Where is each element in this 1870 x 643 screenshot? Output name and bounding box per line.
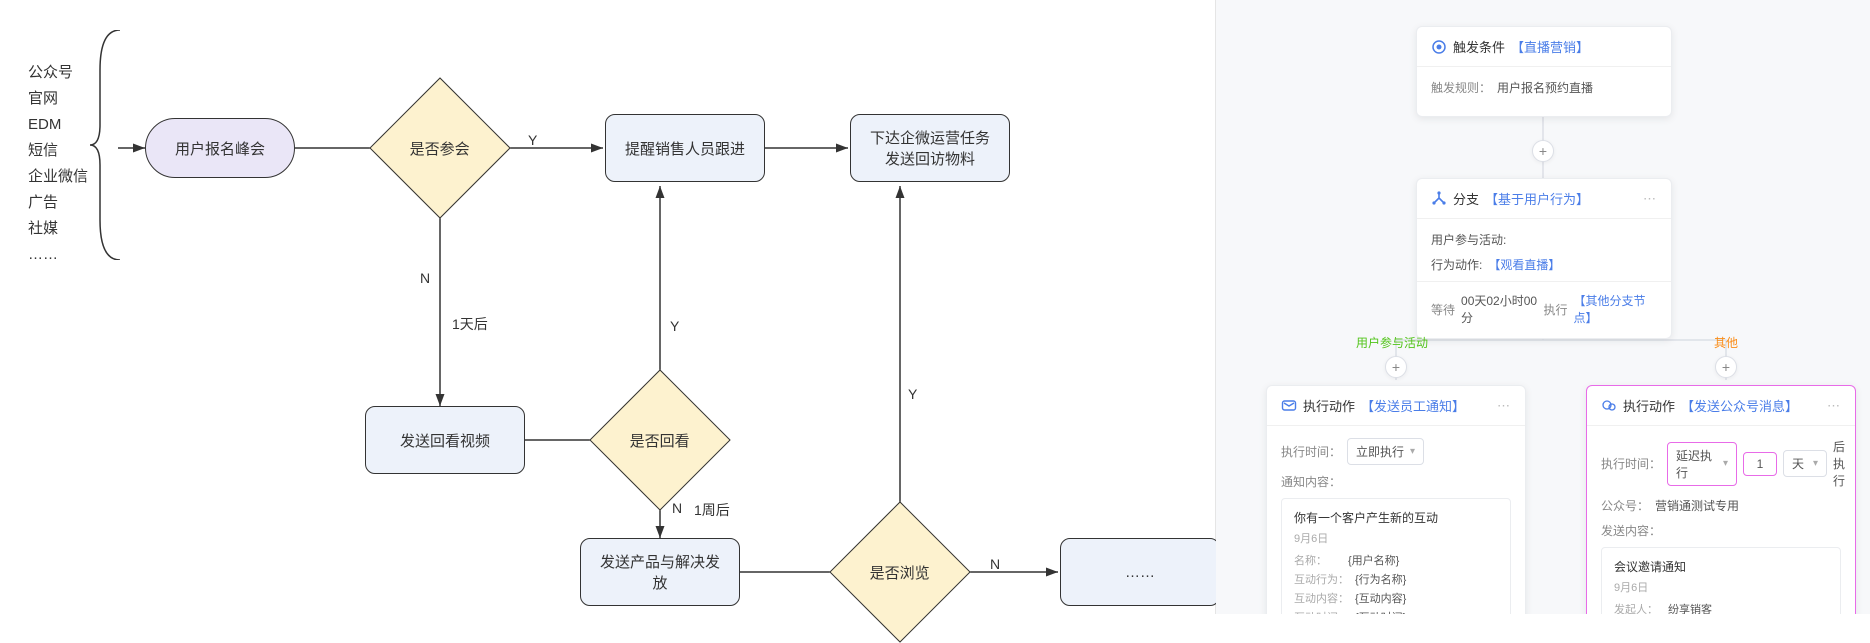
edge-label-1week: 1周后 [694,500,730,520]
exec-label: 执行 [1544,301,1568,318]
chevron-down-icon: ▾ [1813,458,1818,469]
branch-line1: 用户参与活动: [1431,231,1506,248]
notice-title: 会议邀请通知 [1614,558,1828,575]
chevron-down-icon: ▾ [1723,458,1728,469]
trigger-title: 触发条件 [1453,37,1505,56]
edge-label-y3: Y [908,386,917,402]
trigger-card[interactable]: 触发条件 【直播营销】 触发规则： 用户报名预约直播 [1416,26,1672,117]
notice-date: 9月6日 [1294,530,1498,546]
edge-label-1day: 1天后 [452,314,488,334]
content-label: 发送内容： [1601,522,1661,539]
exec-unit-select[interactable]: 天 ▾ [1783,450,1827,477]
more-icon[interactable]: ⋯ [1827,398,1841,414]
trigger-tag: 【直播营销】 [1511,37,1589,56]
add-node-button[interactable]: + [1385,356,1407,378]
notice-preview: 会议邀请通知 9月6日 发起人：纷享销客 会议地点：纷享对话系列直播回放 会议时… [1601,547,1841,614]
notice-title: 你有一个客户产生新的互动 [1294,509,1498,526]
wechat-icon [1601,398,1617,414]
action-title: 执行动作 [1623,396,1675,415]
chevron-down-icon: ▾ [1410,446,1415,457]
more-icon[interactable]: ⋯ [1643,191,1657,207]
edge-label-n3: N [990,556,1000,572]
node-assign-task: 下达企微运营任务发送回访物料 [850,114,1010,182]
workflow-panel: 触发条件 【直播营销】 触发规则： 用户报名预约直播 + 分支 【基于用户行为】… [1216,0,1870,614]
edge-label-y: Y [528,132,537,148]
add-node-button[interactable]: + [1532,140,1554,162]
branch-card[interactable]: 分支 【基于用户行为】 ⋯ 用户参与活动: 行为动作: 【观看直播】 等待 00… [1416,178,1672,339]
rule-label: 触发规则： [1431,79,1491,96]
action-title: 执行动作 [1303,396,1355,415]
node-remind-sales: 提醒销售人员跟进 [605,114,765,182]
action-tag: 【发送员工通知】 [1361,396,1465,415]
edge-label-n: N [420,270,430,286]
branch-tag: 【基于用户行为】 [1485,189,1589,208]
node-send-solution: 发送产品与解决发放 [580,538,740,606]
card-header: 分支 【基于用户行为】 ⋯ [1417,179,1671,219]
node-send-video: 发送回看视频 [365,406,525,474]
branch-title: 分支 [1453,189,1479,208]
action-tag: 【发送公众号消息】 [1681,396,1798,415]
exec-time-label: 执行时间： [1601,455,1661,472]
edge-label-y2: Y [670,318,679,334]
branch-line2-val: 【观看直播】 [1488,256,1560,273]
account-value: 营销通测试专用 [1655,497,1739,514]
branch-icon [1431,191,1447,207]
target-icon [1431,39,1447,55]
action-staff-card[interactable]: 执行动作 【发送员工通知】 ⋯ 执行时间： 立即执行 ▾ 通知内容： 你有一个客… [1266,385,1526,614]
add-node-button[interactable]: + [1715,356,1737,378]
flowchart-panel: 公众号 官网 EDM 短信 企业微信 广告 社媒 …… [0,0,1216,614]
account-label: 公众号： [1601,497,1649,514]
flow-edges [0,0,1216,614]
branch-label-yes: 用户参与活动 [1356,334,1428,351]
card-header: 执行动作 【发送员工通知】 ⋯ [1267,386,1525,426]
notice-preview: 你有一个客户产生新的互动 9月6日 名称：{用户名称} 互动行为：{行为名称} … [1281,498,1511,614]
rule-value: 用户报名预约直播 [1497,79,1593,96]
message-icon [1281,398,1297,414]
exec-val: 【其他分支节点】 [1574,292,1657,326]
exec-time-select[interactable]: 立即执行 ▾ [1347,438,1424,465]
more-icon[interactable]: ⋯ [1497,398,1511,414]
exec-mode-select[interactable]: 延迟执行 ▾ [1667,442,1737,486]
wait-label: 等待 [1431,301,1455,318]
notice-date: 9月6日 [1614,579,1828,595]
exec-num-input[interactable]: 1 [1743,452,1777,476]
card-header: 触发条件 【直播营销】 [1417,27,1671,67]
card-header: 执行动作 【发送公众号消息】 ⋯ [1587,386,1855,426]
exec-time-label: 执行时间： [1281,443,1341,460]
content-label: 通知内容： [1281,473,1341,490]
edge-label-n2: N [672,500,682,516]
wait-val: 00天02小时00分 [1461,292,1538,326]
node-ellipsis: …… [1060,538,1220,606]
branch-line2-label: 行为动作: [1431,256,1482,273]
branch-label-other: 其他 [1714,334,1738,351]
node-signup: 用户报名峰会 [145,118,295,178]
exec-suffix: 后执行 [1833,438,1845,489]
action-wechat-card[interactable]: 执行动作 【发送公众号消息】 ⋯ 执行时间： 延迟执行 ▾ 1 天 ▾ 后执行 [1586,385,1856,614]
